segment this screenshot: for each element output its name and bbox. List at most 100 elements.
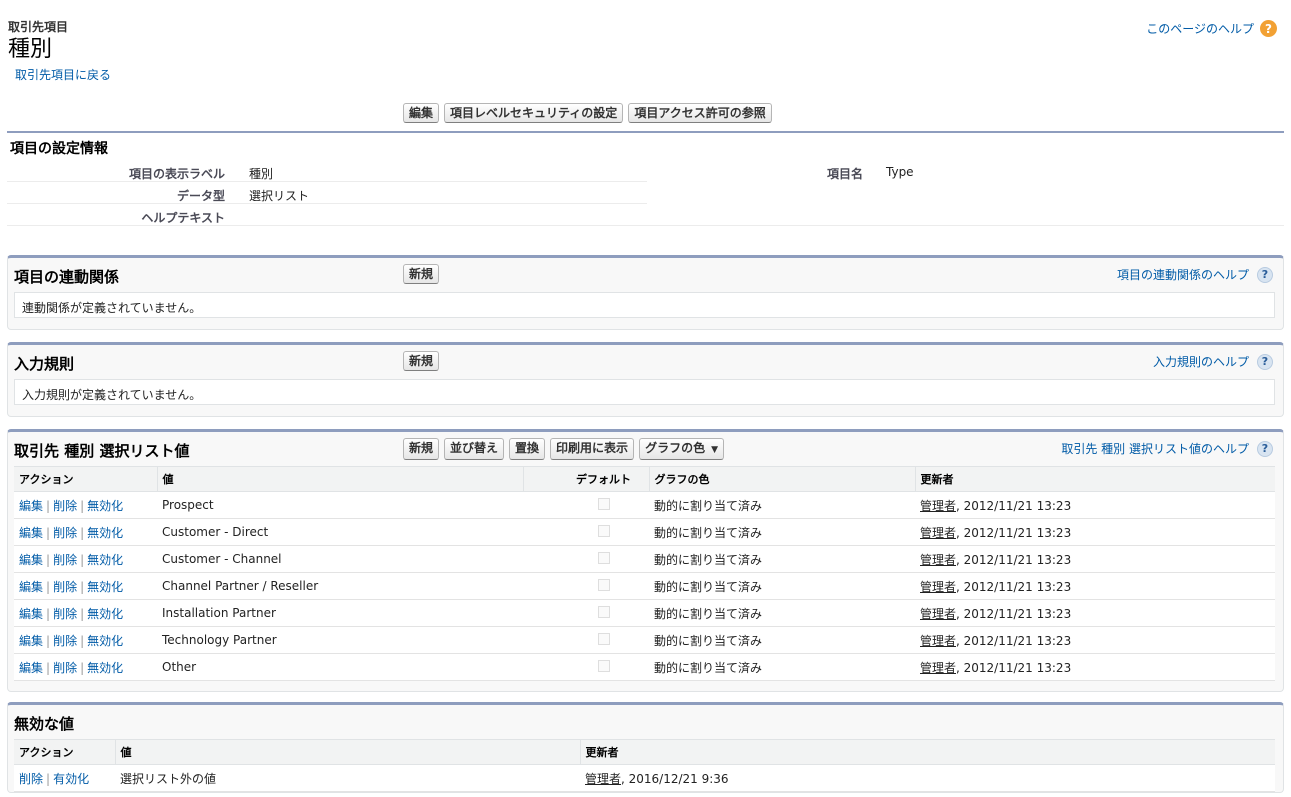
top-button-bar: 編集 項目レベルセキュリティの設定 項目アクセス許可の参照: [403, 103, 772, 123]
default-cell: [523, 626, 649, 654]
separator: |: [80, 579, 85, 594]
field-detail-section: 項目の設定情報 項目の表示ラベル 種別 項目名 Type データ型 選択リスト …: [7, 131, 1284, 226]
field-security-button[interactable]: 項目レベルセキュリティの設定: [444, 103, 624, 123]
default-cell: [523, 491, 649, 519]
default-cell: [523, 599, 649, 627]
modified-by-cell: 管理者, 2012/11/21 13:23: [915, 518, 1275, 546]
edit-button[interactable]: 編集: [403, 103, 440, 123]
edit-value-link[interactable]: 編集: [19, 580, 43, 594]
page-help-link[interactable]: このページのヘルプ: [1146, 20, 1254, 37]
modified-by-cell: 管理者, 2016/12/21 9:36: [580, 764, 1275, 792]
separator: |: [80, 552, 85, 567]
separator: |: [46, 552, 51, 567]
modified-date: , 2012/11/21 13:23: [956, 552, 1072, 567]
inactive-values-table: アクション 値 更新者 削除 | 有効化 選択リスト外の値 管理者, 2016/12/2…: [14, 739, 1275, 792]
new-validation-rule-button[interactable]: 新規: [403, 351, 440, 371]
column-header-value: 値: [114, 739, 580, 765]
column-header-value: 値: [156, 466, 523, 492]
deactivate-value-link[interactable]: 無効化: [87, 607, 123, 621]
delete-value-link[interactable]: 削除: [53, 661, 77, 675]
column-header-modified-by: 更新者: [914, 466, 1275, 492]
help-icon[interactable]: ?: [1257, 266, 1273, 283]
edit-value-link[interactable]: 編集: [19, 553, 43, 567]
new-picklist-value-button[interactable]: 新規: [403, 438, 440, 460]
field-label-label: 項目の表示ラベル: [128, 167, 225, 181]
delete-value-link[interactable]: 削除: [53, 634, 77, 648]
chart-color-value: 動的に割り当て済み: [649, 572, 915, 600]
field-name-value: Type: [886, 165, 914, 179]
modified-by-user-link[interactable]: 管理者: [920, 580, 956, 594]
field-label-value: 種別: [249, 167, 274, 181]
picklist-values-help-link[interactable]: 取引先 種別 選択リスト値のヘルプ: [1061, 440, 1249, 457]
detail-row-label: 項目の表示ラベル 種別 項目名 Type: [7, 160, 914, 182]
page-help: このページのヘルプ ?: [1146, 20, 1277, 37]
help-icon[interactable]: ?: [1257, 440, 1273, 457]
deactivate-value-link[interactable]: 無効化: [87, 526, 123, 540]
separator: |: [80, 525, 85, 540]
back-to-fields-link[interactable]: 取引先項目に戻る: [15, 66, 111, 83]
edit-value-link[interactable]: 編集: [19, 499, 43, 513]
default-checkbox: [597, 659, 610, 672]
default-checkbox: [597, 632, 610, 645]
deactivate-value-link[interactable]: 無効化: [87, 580, 123, 594]
modified-date: , 2012/11/21 13:23: [956, 525, 1072, 540]
delete-value-link[interactable]: 削除: [19, 772, 43, 786]
table-row: 編集 | 削除 | 無効化 Other 動的に割り当て済み 管理者, 2012/11/21 1…: [14, 653, 1275, 681]
table-row: 削除 | 有効化 選択リスト外の値 管理者, 2016/12/21 9:36: [14, 764, 1275, 792]
modified-by-user-link[interactable]: 管理者: [920, 634, 956, 648]
table-row: 編集 | 削除 | 無効化 Prospect 動的に割り当て済み 管理者, 2012/11/2…: [14, 491, 1275, 519]
row-actions: 編集 | 削除 | 無効化: [14, 599, 157, 627]
dependencies-empty-message: 連動関係が定義されていません。: [14, 292, 1275, 318]
column-header-action: アクション: [14, 739, 115, 765]
picklist-value: Technology Partner: [157, 626, 523, 654]
modified-by-cell: 管理者, 2012/11/21 13:23: [915, 491, 1275, 519]
modified-by-user-link[interactable]: 管理者: [920, 661, 956, 675]
row-actions: 削除 | 有効化: [14, 764, 115, 792]
default-checkbox: [597, 497, 610, 510]
chart-colors-dropdown[interactable]: グラフの色 ▼: [639, 438, 724, 460]
delete-value-link[interactable]: 削除: [53, 499, 77, 513]
chart-color-value: 動的に割り当て済み: [649, 491, 915, 519]
picklist-value: Channel Partner / Reseller: [157, 572, 523, 600]
help-icon[interactable]: ?: [1260, 20, 1277, 37]
picklist-values-title: 取引先 種別 選択リスト値: [14, 442, 190, 460]
default-checkbox: [597, 524, 610, 537]
dependencies-help-link[interactable]: 項目の連動関係のヘルプ: [1117, 266, 1249, 283]
help-icon[interactable]: ?: [1257, 353, 1273, 370]
chevron-down-icon: ▼: [711, 445, 718, 455]
modified-by-user-link[interactable]: 管理者: [920, 499, 956, 513]
modified-by-user-link[interactable]: 管理者: [920, 607, 956, 621]
edit-value-link[interactable]: 編集: [19, 526, 43, 540]
deactivate-value-link[interactable]: 無効化: [87, 499, 123, 513]
deactivate-value-link[interactable]: 無効化: [87, 634, 123, 648]
page-title: 種別: [8, 37, 53, 62]
modified-by-cell: 管理者, 2012/11/21 13:23: [915, 599, 1275, 627]
new-dependency-button[interactable]: 新規: [403, 264, 440, 284]
field-name-label: 項目名: [826, 167, 863, 181]
modified-by-user-link[interactable]: 管理者: [920, 526, 956, 540]
validation-rules-help-link[interactable]: 入力規則のヘルプ: [1153, 353, 1249, 370]
deactivate-value-link[interactable]: 無効化: [87, 661, 123, 675]
modified-by-user-link[interactable]: 管理者: [585, 772, 621, 786]
printable-view-button[interactable]: 印刷用に表示: [550, 438, 635, 460]
table-row: 編集 | 削除 | 無効化 Customer - Channel 動的に割り当て済み 管理者,…: [14, 545, 1275, 573]
reorder-button[interactable]: 並び替え: [444, 438, 505, 460]
edit-value-link[interactable]: 編集: [19, 607, 43, 621]
deactivate-value-link[interactable]: 無効化: [87, 553, 123, 567]
replace-button[interactable]: 置換: [509, 438, 546, 460]
delete-value-link[interactable]: 削除: [53, 607, 77, 621]
modified-by-user-link[interactable]: 管理者: [920, 553, 956, 567]
activate-value-link[interactable]: 有効化: [53, 772, 89, 786]
view-field-access-button[interactable]: 項目アクセス許可の参照: [628, 103, 772, 123]
separator: |: [46, 660, 51, 675]
picklist-value: Installation Partner: [157, 599, 523, 627]
delete-value-link[interactable]: 削除: [53, 526, 77, 540]
edit-value-link[interactable]: 編集: [19, 634, 43, 648]
default-checkbox: [597, 578, 610, 591]
picklist-value: Customer - Direct: [157, 518, 523, 546]
delete-value-link[interactable]: 削除: [53, 553, 77, 567]
table-row: 編集 | 削除 | 無効化 Channel Partner / Reseller 動的に割り…: [14, 572, 1275, 600]
edit-value-link[interactable]: 編集: [19, 661, 43, 675]
modified-by-cell: 管理者, 2012/11/21 13:23: [915, 626, 1275, 654]
delete-value-link[interactable]: 削除: [53, 580, 77, 594]
